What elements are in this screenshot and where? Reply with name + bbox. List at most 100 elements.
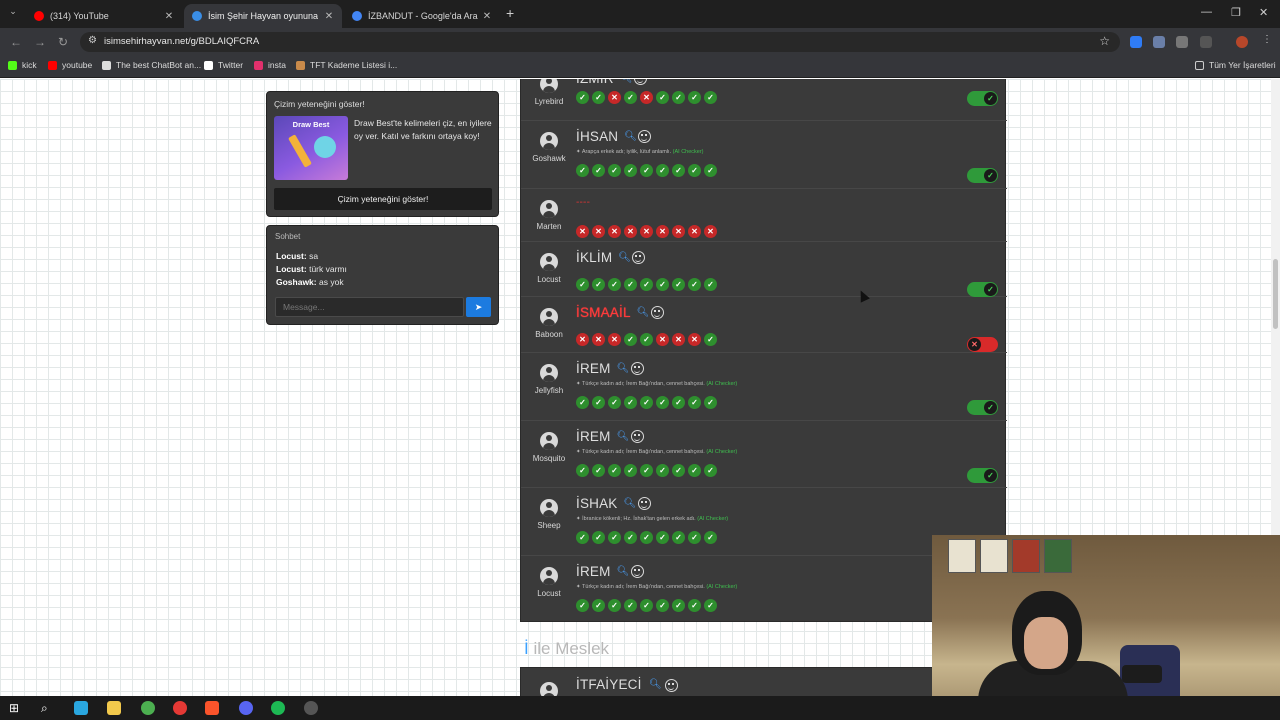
discord-icon[interactable]	[239, 701, 253, 715]
promo-title: Çizim yeteneğini göster!	[274, 99, 365, 109]
vote-approve-icon: ✓	[640, 164, 653, 177]
reload-icon[interactable]: ↻	[58, 35, 68, 49]
tft-icon	[296, 60, 305, 70]
smiley-icon[interactable]	[633, 79, 647, 85]
chrome-icon[interactable]	[141, 701, 155, 715]
vote-approve-icon: ✓	[624, 164, 637, 177]
search-icon[interactable]: 🔍︎	[624, 498, 637, 509]
close-icon[interactable]: ✕	[164, 11, 174, 22]
youtube-icon	[48, 60, 57, 70]
forward-icon[interactable]: →	[34, 35, 46, 49]
validity-toggle[interactable]: ✓	[967, 468, 998, 483]
tab-search-icon[interactable]: ⌄	[6, 6, 20, 20]
kick-icon	[8, 60, 17, 70]
bookmark-twitter[interactable]: Twitter	[204, 60, 243, 70]
smiley-icon[interactable]	[650, 306, 664, 319]
send-icon[interactable]: ➤	[466, 297, 491, 317]
back-icon[interactable]: ←	[10, 35, 22, 49]
vote-reject-icon: ✕	[576, 333, 589, 346]
smiley-icon[interactable]	[632, 251, 646, 264]
vote-approve-icon: ✓	[688, 531, 701, 544]
smiley-icon[interactable]	[630, 565, 644, 578]
close-window-icon[interactable]: ✕	[1259, 6, 1268, 19]
windows-icon[interactable]: ⊞	[9, 701, 23, 715]
smiley-icon[interactable]	[638, 130, 652, 143]
search-icon[interactable]: 🔍︎	[649, 679, 662, 690]
media-player-icon[interactable]	[173, 701, 187, 715]
restore-icon[interactable]: ❐	[1231, 6, 1241, 19]
folder-icon[interactable]	[107, 701, 121, 715]
answer-word: İTFAİYECİ	[576, 677, 642, 692]
chat-input[interactable]: Message...	[275, 297, 464, 317]
search-icon[interactable]: 🔍︎	[624, 131, 637, 142]
site-info-icon[interactable]: ⚙	[88, 35, 97, 46]
extension-icon[interactable]	[1176, 36, 1188, 48]
bookmark-kick[interactable]: kick	[8, 60, 37, 70]
validity-toggle[interactable]: ✓	[967, 168, 998, 183]
extension-icon[interactable]	[1153, 36, 1165, 48]
paint-blob-icon	[314, 136, 336, 158]
bookmark-tft[interactable]: TFT Kademe Listesi i...	[296, 60, 397, 70]
obs-icon[interactable]	[304, 701, 318, 715]
bookmark-youtube[interactable]: youtube	[48, 60, 92, 70]
validity-toggle[interactable]: ✓	[967, 400, 998, 415]
vote-reject-icon: ✕	[656, 225, 669, 238]
tab-youtube[interactable]: (314) YouTube ✕	[26, 4, 182, 28]
spotify-icon[interactable]	[271, 701, 285, 715]
bookmark-star-icon[interactable]: ☆	[1099, 34, 1110, 48]
search-icon[interactable]: 🔍︎	[637, 307, 650, 318]
smiley-icon[interactable]	[637, 497, 651, 510]
avatar[interactable]	[1236, 36, 1248, 48]
answer-row: Mosquito İREM 🔍︎ ✦ Türkçe kadın adı; İrem B…	[521, 421, 1007, 488]
address-bar[interactable]: ⚙ isimsehirhayvan.net/g/BDLAIQFCRA ☆	[80, 32, 1120, 52]
validity-toggle[interactable]: ✓	[967, 282, 998, 297]
menu-icon[interactable]: ⋮	[1262, 34, 1274, 46]
x-icon	[204, 60, 213, 70]
validity-toggle[interactable]: ✕	[967, 337, 998, 352]
vote-approve-icon: ✓	[656, 599, 669, 612]
draw-best-image[interactable]: Draw Best	[274, 116, 348, 180]
bookmark-label: TFT Kademe Listesi i...	[310, 60, 398, 70]
smiley-icon[interactable]	[665, 679, 678, 692]
search-icon[interactable]: 🔍︎	[617, 363, 630, 374]
bookmark-insta[interactable]: insta	[254, 60, 286, 70]
player-name: Mosquito	[532, 454, 566, 463]
tab-google[interactable]: İZBANDUT - Google'da Ara ✕	[344, 4, 500, 28]
new-tab-button[interactable]: +	[506, 5, 514, 21]
all-bookmarks[interactable]: Tüm Yer İşaretleri	[1195, 60, 1276, 70]
validity-toggle[interactable]: ✓	[967, 91, 998, 106]
smiley-icon[interactable]	[630, 362, 644, 375]
check-icon: ✓	[984, 169, 997, 182]
brave-icon[interactable]	[205, 701, 219, 715]
minimize-icon[interactable]: —	[1201, 6, 1212, 18]
search-icon[interactable]: 🔍︎	[618, 252, 631, 263]
tab-title: İsim Şehir Hayvan oyununa katıl	[208, 11, 320, 21]
search-icon[interactable]: ⌕	[41, 701, 55, 715]
tab-isimsehirhayvan[interactable]: İsim Şehir Hayvan oyununa katıl ✕	[184, 4, 342, 28]
vote-reject-icon: ✕	[640, 91, 653, 104]
search-icon[interactable]: 🔍︎	[617, 431, 630, 442]
close-icon[interactable]: ✕	[324, 11, 334, 22]
vote-approve-icon: ✓	[704, 599, 717, 612]
check-icon: ✓	[984, 283, 997, 296]
show-drawing-skill-button[interactable]: Çizim yeteneğini göster!	[274, 188, 492, 210]
extension-icon[interactable]	[1130, 36, 1142, 48]
chat-message: Locust: türk varmı	[276, 264, 347, 274]
vote-approve-icon: ✓	[608, 531, 621, 544]
search-icon[interactable]: 🔍︎	[617, 566, 630, 577]
smiley-icon[interactable]	[630, 430, 644, 443]
telegram-icon[interactable]	[74, 701, 88, 715]
search-icon[interactable]: 🔍︎	[620, 79, 633, 84]
puzzle-icon[interactable]	[1200, 36, 1212, 48]
scroll-thumb[interactable]	[1273, 259, 1278, 329]
vote-approve-icon: ✓	[640, 464, 653, 477]
close-icon[interactable]: ✕	[482, 11, 492, 22]
vote-approve-icon: ✓	[672, 531, 685, 544]
bookmarks-bar: kick youtube The best ChatBot an... Twit…	[0, 56, 1280, 78]
vote-approve-icon: ✓	[624, 333, 637, 346]
vote-approve-icon: ✓	[624, 91, 637, 104]
vote-approve-icon: ✓	[608, 464, 621, 477]
chat-user: Goshawk:	[276, 277, 317, 287]
vote-approve-icon: ✓	[608, 164, 621, 177]
bookmark-chatbot[interactable]: The best ChatBot an...	[102, 60, 201, 70]
